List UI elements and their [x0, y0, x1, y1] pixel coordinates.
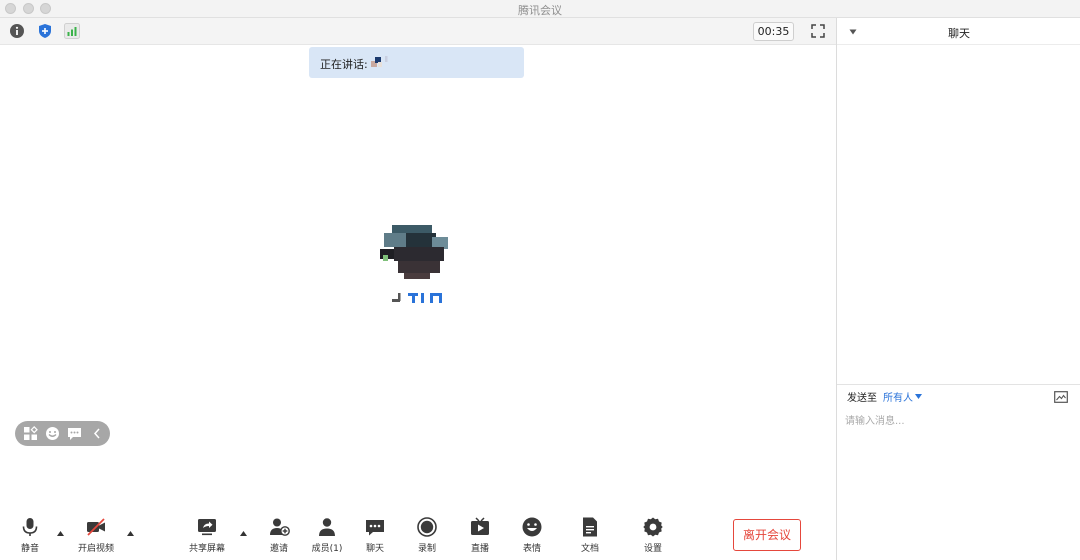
recipient-dropdown-caret-icon[interactable] [915, 394, 922, 399]
record-button[interactable]: 录制 [402, 516, 452, 554]
video-off-icon [87, 518, 105, 536]
documents-button[interactable]: 文档 [565, 516, 615, 554]
share-options-caret-icon[interactable] [239, 529, 248, 538]
emoji-icon [522, 517, 542, 537]
participant-name-mosaic [392, 293, 442, 303]
settings-button[interactable]: 设置 [628, 516, 678, 554]
document-icon [583, 517, 597, 537]
send-to-recipient-dropdown[interactable]: 所有人 [883, 389, 913, 404]
chat-message-input[interactable] [845, 411, 1073, 431]
start-video-label: 开启视频 [77, 544, 114, 554]
live-stream-label: 直播 [470, 544, 489, 554]
reaction-emoji-icon[interactable] [45, 426, 60, 441]
chat-compose-area: 发送至 所有人 [837, 384, 1080, 560]
speaking-indicator: 正在讲话: [309, 47, 524, 78]
chat-panel-header: 聊天 [837, 18, 1080, 45]
settings-label: 设置 [643, 544, 662, 554]
chat-panel: 聊天 发送至 所有人 [836, 18, 1080, 560]
window-titlebar: 腾讯会议 [0, 0, 1080, 18]
send-to-label: 发送至 [847, 393, 877, 404]
danmaku-comment-icon[interactable] [67, 426, 82, 441]
participant-avatar [380, 225, 448, 279]
invite-button[interactable]: 邀请 [254, 516, 304, 554]
share-screen-icon [198, 519, 216, 536]
members-icon [319, 518, 335, 536]
documents-label: 文档 [580, 544, 599, 554]
window-title: 腾讯会议 [518, 4, 562, 17]
members-label: 成员(1) [311, 544, 343, 554]
live-stream-icon [471, 517, 489, 535]
security-shield-icon[interactable] [37, 23, 53, 39]
meeting-timer: 00:35 [753, 22, 794, 41]
chat-bubble-icon [366, 520, 384, 536]
meeting-main-area: 00:35 正在讲话: [0, 18, 836, 560]
gallery-view-icon[interactable] [23, 426, 38, 441]
invite-label: 邀请 [269, 544, 288, 554]
record-icon [417, 517, 437, 537]
microphone-icon [22, 518, 38, 536]
network-signal-icon[interactable] [64, 23, 80, 39]
chat-label: 聊天 [365, 544, 384, 554]
mute-button[interactable]: 静音 [5, 516, 55, 554]
record-label: 录制 [417, 544, 436, 554]
live-stream-button[interactable]: 直播 [455, 516, 505, 554]
share-screen-label: 共享屏幕 [188, 544, 225, 554]
add-user-icon [270, 518, 290, 536]
video-options-caret-icon[interactable] [126, 529, 135, 538]
speaker-avatar-icon [371, 56, 388, 67]
send-image-icon[interactable] [1054, 391, 1068, 403]
start-video-button[interactable]: 开启视频 [71, 516, 121, 554]
mute-label: 静音 [20, 544, 39, 554]
collapse-chevron-icon[interactable] [90, 426, 105, 441]
emoji-label: 表情 [522, 544, 541, 554]
chat-button[interactable]: 聊天 [350, 516, 400, 554]
share-screen-button[interactable]: 共享屏幕 [182, 516, 232, 554]
chat-panel-title: 聊天 [948, 27, 970, 40]
gear-icon [643, 517, 663, 537]
meeting-top-bar: 00:35 [0, 18, 836, 45]
fullscreen-icon[interactable] [810, 23, 826, 39]
leave-meeting-button[interactable]: 离开会议 [733, 519, 801, 551]
emoji-button[interactable]: 表情 [507, 516, 557, 554]
floating-view-tools [15, 421, 110, 446]
info-icon[interactable] [9, 23, 25, 39]
speaking-label: 正在讲话: [320, 58, 368, 71]
audio-options-caret-icon[interactable] [56, 529, 65, 538]
members-button[interactable]: 成员(1) [302, 516, 352, 554]
